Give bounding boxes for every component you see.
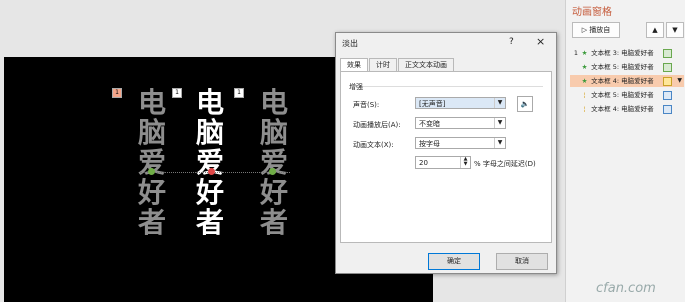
after-animation-value: 不变暗 (419, 120, 440, 128)
star-icon: ★ (581, 49, 588, 57)
motion-path-icon: ¦ (583, 91, 586, 99)
star-icon: ★ (581, 63, 588, 71)
text-char: 好 (195, 176, 224, 209)
after-animation-select[interactable]: 不变暗 ▼ (415, 117, 506, 129)
timeline-bar (663, 105, 672, 114)
text-box-right[interactable]: 电 脑 爱 好 者 (254, 88, 294, 238)
tab-timing[interactable]: 计时 (369, 58, 397, 71)
tab-text-animation[interactable]: 正文文本动画 (398, 58, 454, 71)
animate-text-label: 动画文本(X): (353, 141, 394, 149)
text-char: 脑 (137, 116, 166, 149)
text-box-center[interactable]: 电 脑 爱 好 者 (190, 88, 230, 238)
timeline-bar (663, 77, 672, 86)
text-char: 电 (137, 86, 166, 119)
animate-text-value: 按字母 (419, 140, 440, 148)
animation-tag-3[interactable]: 1 (234, 88, 244, 98)
cancel-button[interactable]: 取消 (496, 253, 548, 270)
text-char: 好 (259, 176, 288, 209)
animation-item[interactable]: ★ 文本框 5: 电脑爱好者 (570, 61, 684, 73)
fade-effect-dialog: 淡出 ? × 效果 计时 正文文本动画 增强 声音(S): [无声音] ▼ 🔈 … (335, 32, 557, 274)
delay-value: 20 (419, 159, 428, 167)
motion-start-icon (269, 168, 276, 175)
motion-start-icon (148, 168, 155, 175)
chevron-down-icon[interactable]: ▼ (677, 75, 682, 87)
motion-path-icon: ¦ (583, 105, 586, 113)
animation-item-label: 文本框 4: 电脑爱好者 (591, 77, 654, 85)
section-heading: 增强 (349, 83, 363, 91)
chevron-down-icon[interactable]: ▼ (494, 138, 505, 148)
star-icon: ★ (581, 77, 588, 85)
move-down-button[interactable]: ▼ (666, 22, 684, 38)
text-char: 电 (259, 86, 288, 119)
ok-button[interactable]: 确定 (428, 253, 480, 270)
play-from-label: 播放自 (589, 26, 611, 34)
chevron-down-icon[interactable]: ▼ (494, 98, 505, 108)
text-char: 脑 (259, 116, 288, 149)
text-char: 脑 (195, 116, 224, 149)
move-up-button[interactable]: ▲ (646, 22, 664, 38)
animation-item-label: 文本框 5: 电脑爱好者 (591, 91, 654, 99)
sound-select[interactable]: [无声音] ▼ (415, 97, 506, 109)
animation-tag-1[interactable]: 1 (112, 88, 122, 98)
watermark: cfan.com (596, 281, 656, 296)
sound-value: [无声音] (419, 100, 446, 108)
dialog-tabs: 效果 计时 正文文本动画 (340, 58, 455, 72)
motion-end-icon (208, 168, 215, 175)
spinner-arrows-icon[interactable]: ▲ ▼ (460, 157, 470, 168)
text-box-left[interactable]: 电 脑 爱 好 者 (132, 88, 172, 238)
text-char: 者 (259, 206, 288, 239)
chevron-down-icon[interactable]: ▼ (494, 118, 505, 128)
animation-item-label: 文本框 5: 电脑爱好者 (591, 63, 654, 71)
animation-tag-2[interactable]: 1 (172, 88, 182, 98)
dialog-title: 淡出 (342, 39, 358, 48)
text-char: 者 (195, 206, 224, 239)
play-icon: ▷ (581, 26, 588, 34)
close-icon[interactable]: × (536, 35, 545, 48)
tab-effect[interactable]: 效果 (340, 58, 368, 72)
delay-stepper[interactable]: 20 ▲ ▼ (415, 156, 471, 169)
timeline-bar (663, 91, 672, 100)
animation-item[interactable]: ¦ 文本框 5: 电脑爱好者 (570, 89, 684, 101)
animation-item-label: 文本框 4: 电脑爱好者 (591, 105, 654, 113)
animation-item[interactable]: ¦ 文本框 4: 电脑爱好者 (570, 103, 684, 115)
after-animation-label: 动画播放后(A): (353, 121, 401, 129)
pane-title: 动画窗格 (572, 7, 612, 18)
text-char: 电 (195, 86, 224, 119)
animate-text-select[interactable]: 按字母 ▼ (415, 137, 506, 149)
animation-item-selected[interactable]: ★ 文本框 4: 电脑爱好者 ▼ (570, 75, 684, 87)
timeline-bar (663, 49, 672, 58)
sound-label: 声音(S): (353, 101, 380, 109)
animation-item[interactable]: 1 ★ 文本框 3: 电脑爱好者 (570, 47, 684, 59)
animation-pane: 动画窗格 ▷ 播放自 ▲ ▼ 1 ★ 文本框 3: 电脑爱好者 ★ 文本框 5:… (565, 0, 685, 302)
section-divider (363, 86, 543, 87)
text-char: 者 (137, 206, 166, 239)
animation-item-label: 文本框 3: 电脑爱好者 (591, 49, 654, 57)
timeline-bar (663, 63, 672, 72)
help-icon[interactable]: ? (509, 37, 514, 47)
text-char: 好 (137, 176, 166, 209)
play-from-button[interactable]: ▷ 播放自 (572, 22, 620, 38)
speaker-icon[interactable]: 🔈 (517, 96, 533, 112)
motion-path-line (140, 172, 290, 173)
delay-label: % 字母之间延迟(D) (474, 160, 536, 168)
